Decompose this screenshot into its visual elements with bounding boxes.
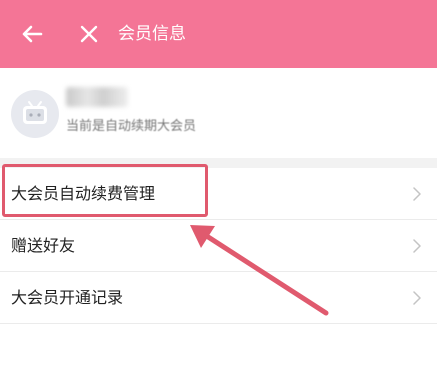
chevron-right-icon [413,187,421,201]
section-divider [0,158,437,168]
menu-item-label: 大会员自动续费管理 [11,184,156,203]
back-arrow-icon[interactable] [17,19,47,49]
chevron-right-icon [413,239,421,253]
menu-item-auto-renew[interactable]: 大会员自动续费管理 [0,168,437,220]
account-summary: 当前是自动续期大会员 [0,68,437,158]
menu-item-label: 大会员开通记录 [11,288,124,307]
chevron-right-icon [413,291,421,305]
tv-avatar-icon [23,101,47,124]
close-icon[interactable] [74,19,104,49]
page-title: 会员信息 [118,24,186,44]
menu-item-activation-history[interactable]: 大会员开通记录 [0,272,437,324]
menu-item-label: 赠送好友 [11,236,76,255]
menu-item-gift-friend[interactable]: 赠送好友 [0,220,437,272]
menu-item-partial[interactable] [0,324,437,376]
blurred-username [66,87,128,107]
avatar [11,90,59,138]
membership-status: 当前是自动续期大会员 [66,119,197,134]
top-bar: 会员信息 [0,0,437,68]
